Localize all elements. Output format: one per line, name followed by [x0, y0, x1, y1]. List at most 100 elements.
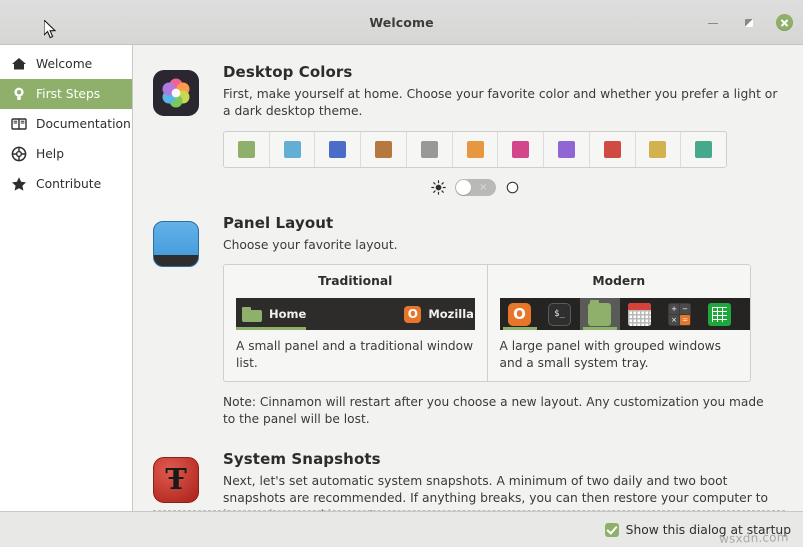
preview-task-label: Mozilla: [428, 307, 474, 321]
toggle-knob: [455, 180, 471, 195]
preview-task-home: Home: [236, 298, 307, 330]
timeshift-glyph: Ŧ: [165, 461, 187, 496]
system-snapshots-description: Next, let's set automatic system snapsho…: [223, 474, 769, 511]
color-swatch-brown[interactable]: [361, 132, 407, 167]
traditional-panel-preview: Home Ο Mozilla: [236, 298, 475, 330]
close-button[interactable]: [776, 14, 793, 31]
sidebar-item-label: Welcome: [36, 57, 93, 71]
sidebar-item-documentation[interactable]: Documentation: [0, 109, 132, 139]
bulb-icon: [14, 87, 24, 100]
color-swatch-pink[interactable]: [498, 132, 545, 167]
preview-task-label: Home: [269, 307, 307, 321]
color-swatch-indigo[interactable]: [315, 132, 362, 167]
panel-layout-description: Choose your favorite layout.: [223, 238, 398, 252]
layout-option-description: A small panel and a traditional window l…: [236, 339, 474, 370]
welcome-window: Welcome Welcome First Steps Documentatio…: [0, 0, 803, 547]
page-title-system-snapshots: System Snapshots: [223, 450, 381, 468]
swatch-chip: [466, 141, 484, 158]
preview-task-mozilla: Ο Mozilla: [398, 298, 474, 330]
content-bottom-separator: [153, 510, 785, 511]
preview-slot: [700, 298, 740, 330]
panel-layout-note: Note: Cinnamon will restart after you ch…: [223, 395, 764, 426]
home-icon: [12, 58, 26, 70]
sidebar-item-label: Documentation: [36, 117, 131, 131]
sidebar-item-welcome[interactable]: Welcome: [0, 49, 132, 79]
page-title-desktop-colors: Desktop Colors: [223, 63, 353, 81]
preview-slot: $_: [540, 298, 580, 330]
swatch-chip: [695, 141, 713, 158]
minimize-button[interactable]: [704, 14, 722, 32]
calendar-header: [628, 302, 651, 310]
toggle-off-mark: ×: [479, 182, 488, 193]
swatch-chip: [329, 141, 347, 158]
panel-layout-icon: [153, 221, 199, 267]
footer-bar: Show this dialog at startup wsxdn.com: [0, 512, 803, 547]
swatch-chip: [558, 141, 575, 158]
layout-option-description: A large panel with grouped windows and a…: [499, 339, 721, 370]
sidebar-item-label: First Steps: [36, 87, 101, 101]
swatch-chip: [237, 141, 255, 158]
swatch-chip: [512, 141, 530, 158]
sidebar-item-label: Help: [36, 147, 65, 161]
panel-layout-chooser: Traditional Home Ο Mozilla A small panel…: [223, 264, 751, 382]
sun-icon: [430, 180, 446, 195]
calendar-grid: [628, 309, 651, 326]
show-at-startup-checkbox[interactable]: Show this dialog at startup: [604, 522, 791, 537]
color-swatch-yellow[interactable]: [636, 132, 682, 167]
timeshift-icon: Ŧ: [153, 457, 199, 503]
calendar-icon: [628, 302, 651, 326]
sidebar: Welcome First Steps Documentation Help C…: [0, 45, 133, 512]
section-icon-wrap: [153, 214, 205, 446]
maximize-restore-button[interactable]: [740, 14, 758, 32]
section-panel-layout: Panel Layout Choose your favorite layout…: [153, 214, 785, 446]
layout-option-traditional[interactable]: Traditional Home Ο Mozilla A small panel…: [224, 265, 488, 381]
swatch-chip: [603, 141, 621, 158]
sidebar-item-help[interactable]: Help: [0, 139, 132, 169]
calculator-icon: + − × =: [668, 302, 691, 326]
star-icon: [12, 177, 26, 191]
folder-icon: [242, 306, 262, 322]
section-icon-wrap: Ŧ: [153, 450, 205, 511]
window-body: Welcome First Steps Documentation Help C…: [0, 45, 803, 512]
sidebar-item-first-steps[interactable]: First Steps: [0, 79, 132, 109]
light-dark-theme-toggle[interactable]: ×: [454, 179, 496, 196]
show-at-startup-label: Show this dialog at startup: [625, 522, 791, 537]
sidebar-item-contribute[interactable]: Contribute: [0, 169, 132, 199]
desktop-colors-icon: [153, 70, 199, 116]
window-title: Welcome: [369, 14, 434, 30]
swatch-chip: [283, 141, 301, 158]
firefox-icon: Ο: [508, 302, 531, 326]
book-icon: [11, 118, 27, 130]
preview-slot: Ο: [500, 298, 540, 330]
color-swatch-purple[interactable]: [544, 132, 590, 167]
color-swatch-row: [223, 131, 727, 168]
page-title-panel-layout: Panel Layout: [223, 214, 334, 232]
firefox-icon: Ο: [404, 305, 422, 323]
modern-panel-preview: Ο $_ + − × =: [499, 298, 750, 330]
color-swatch-blue[interactable]: [270, 132, 316, 167]
terminal-icon: $_: [548, 302, 571, 326]
section-system-snapshots: Ŧ System Snapshots Next, let's set autom…: [153, 450, 785, 511]
preview-slot: [620, 298, 660, 330]
layout-option-title: Modern: [592, 274, 646, 288]
desktop-colors-description: First, make yourself at home. Choose you…: [223, 87, 778, 118]
section-desktop-colors: Desktop Colors First, make yourself at h…: [153, 63, 785, 196]
title-bar: Welcome: [0, 0, 803, 45]
content-pane: Desktop Colors First, make yourself at h…: [133, 45, 803, 512]
lifering-icon: [11, 146, 27, 162]
color-swatch-green[interactable]: [224, 132, 270, 167]
color-swatch-red[interactable]: [590, 132, 636, 167]
preview-slot: + − × =: [660, 298, 700, 330]
spreadsheet-icon: [708, 302, 731, 326]
layout-option-title: Traditional: [318, 274, 393, 288]
files-icon: [588, 299, 611, 326]
color-swatch-teal[interactable]: [681, 132, 726, 167]
color-swatch-grey[interactable]: [407, 132, 453, 167]
layout-option-modern[interactable]: Modern Ο $_ + − × = A large panel with g…: [488, 265, 750, 381]
section-icon-wrap: [153, 63, 205, 196]
preview-slot: [579, 298, 620, 330]
swatch-chip: [649, 141, 667, 158]
swatch-chip: [420, 141, 438, 158]
color-swatch-orange[interactable]: [453, 132, 499, 167]
window-controls: [704, 0, 793, 45]
